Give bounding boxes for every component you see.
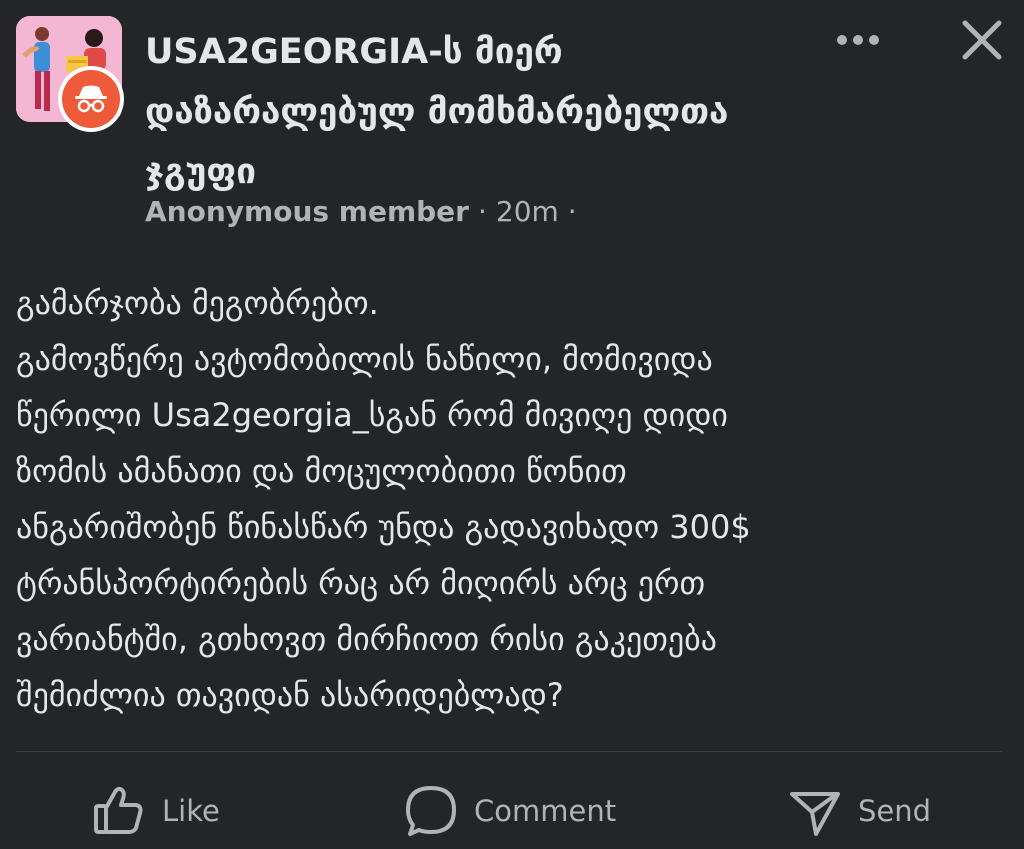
- post-text-line: ვარიანტში, გთხოვთ მირჩიოთ რისი გაკეთება: [16, 620, 717, 658]
- author-name[interactable]: Anonymous member: [145, 190, 469, 234]
- close-button[interactable]: [956, 14, 1008, 66]
- meta-separator-trailing: ·: [567, 195, 577, 228]
- anonymous-incognito-icon: [75, 85, 107, 113]
- post-text-line: წერილი Usa2georgia_სგან რომ მივიღე დიდი: [16, 396, 728, 434]
- meta-separator: ·: [477, 195, 487, 228]
- send-label: Send: [858, 794, 932, 828]
- post-card: USA2GEORGIA-ს მიერ დაზარალებულ მომხმარებ…: [0, 0, 1024, 849]
- post-text-line: გამოვწერე ავტომობილის ნაწილი, მომივიდა: [16, 340, 713, 378]
- more-options-button[interactable]: [828, 20, 888, 60]
- post-timestamp[interactable]: 20m: [496, 190, 559, 234]
- comment-button[interactable]: Comment: [404, 782, 616, 840]
- post-text-line: გამარჯობა მეგობრებო.: [16, 284, 379, 322]
- post-text-line: შემიძლია თავიდან ასარიდებლად?: [16, 676, 564, 714]
- post-text: გამარჯობა მეგობრებო. გამოვწერე ავტომობილ…: [16, 275, 1006, 723]
- post-text-line: ტრანსპორტირების რაც არ მიღირს არც ერთ: [16, 564, 706, 602]
- action-divider: [16, 751, 1002, 752]
- comment-label: Comment: [474, 794, 617, 828]
- thumbs-up-icon: [94, 786, 143, 834]
- send-button[interactable]: Send: [788, 782, 931, 840]
- like-label: Like: [162, 794, 220, 828]
- close-icon: [962, 20, 1002, 60]
- comment-bubble-icon: [406, 786, 456, 836]
- like-button[interactable]: Like: [92, 782, 220, 840]
- post-meta: Anonymous member · 20m ·: [145, 190, 586, 234]
- group-name-link[interactable]: USA2GEORGIA-ს მიერ დაზარალებულ მომხმარებ…: [145, 22, 785, 202]
- post-text-line: ზომის ამანათი და მოცულობითი წონით: [16, 452, 627, 490]
- post-text-line: ანგარიშობენ წინასწარ უნდა გადავიხადო 300…: [16, 508, 751, 546]
- anonymous-badge: [58, 66, 124, 132]
- send-arrow-icon: [790, 792, 840, 836]
- more-dots-icon: [837, 35, 879, 45]
